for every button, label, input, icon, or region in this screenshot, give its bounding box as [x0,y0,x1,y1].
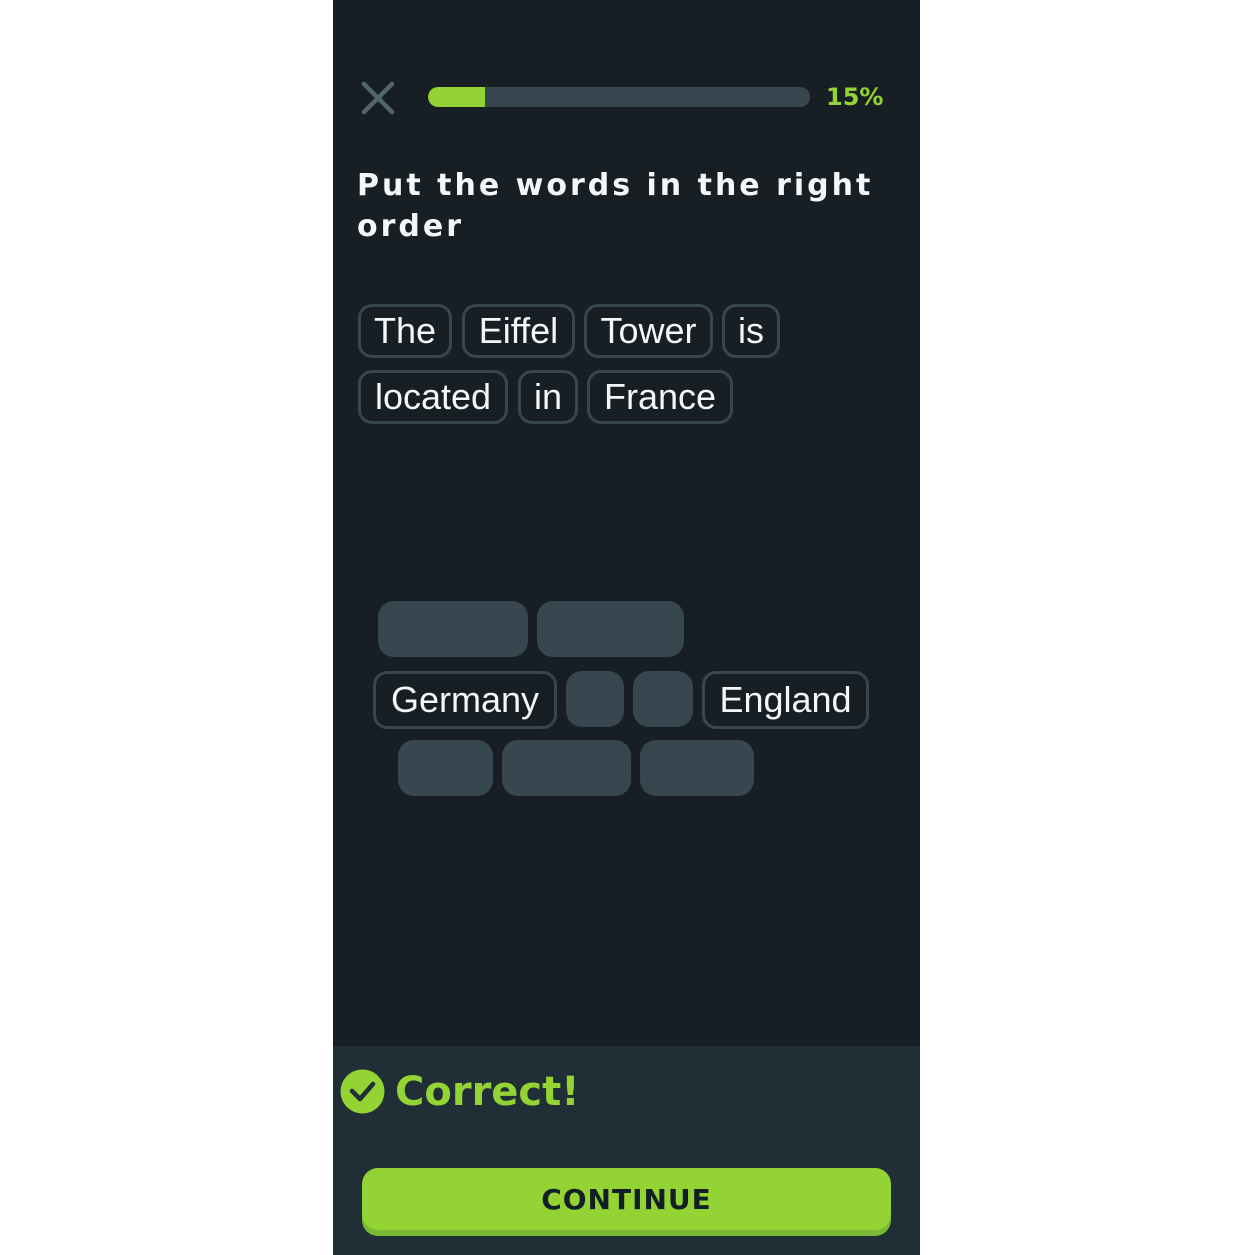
answer-word-chip[interactable]: Eiffel [462,304,575,358]
word-bank-empty-slot [537,601,684,657]
word-bank-empty-slot [566,671,624,727]
word-bank-chip[interactable]: England [702,671,869,729]
word-bank-chip[interactable]: Germany [373,671,557,729]
continue-button[interactable]: CONTINUE [362,1168,891,1230]
progress-bar-fill [428,87,486,107]
feedback-text: Correct! [395,1069,580,1115]
answer-word-chip[interactable]: The [358,304,452,358]
progress-percent-label: 15% [826,83,884,111]
answer-word-chip[interactable]: in [518,370,578,424]
word-bank-empty-slot [378,601,528,657]
word-bank-empty-slot [398,740,493,796]
answer-word-chip[interactable]: is [722,304,780,358]
close-icon[interactable] [359,80,397,116]
answer-word-chip[interactable]: Tower [584,304,713,358]
instruction-heading: Put the words in the right order [357,168,874,244]
word-bank-empty-slot [633,671,693,727]
word-bank-empty-slot [502,740,631,796]
answer-word-chip[interactable]: France [587,370,733,424]
word-bank-empty-slot [640,740,754,796]
progress-bar [428,87,810,107]
answer-word-chip[interactable]: located [358,370,508,424]
check-circle-icon [340,1069,385,1114]
